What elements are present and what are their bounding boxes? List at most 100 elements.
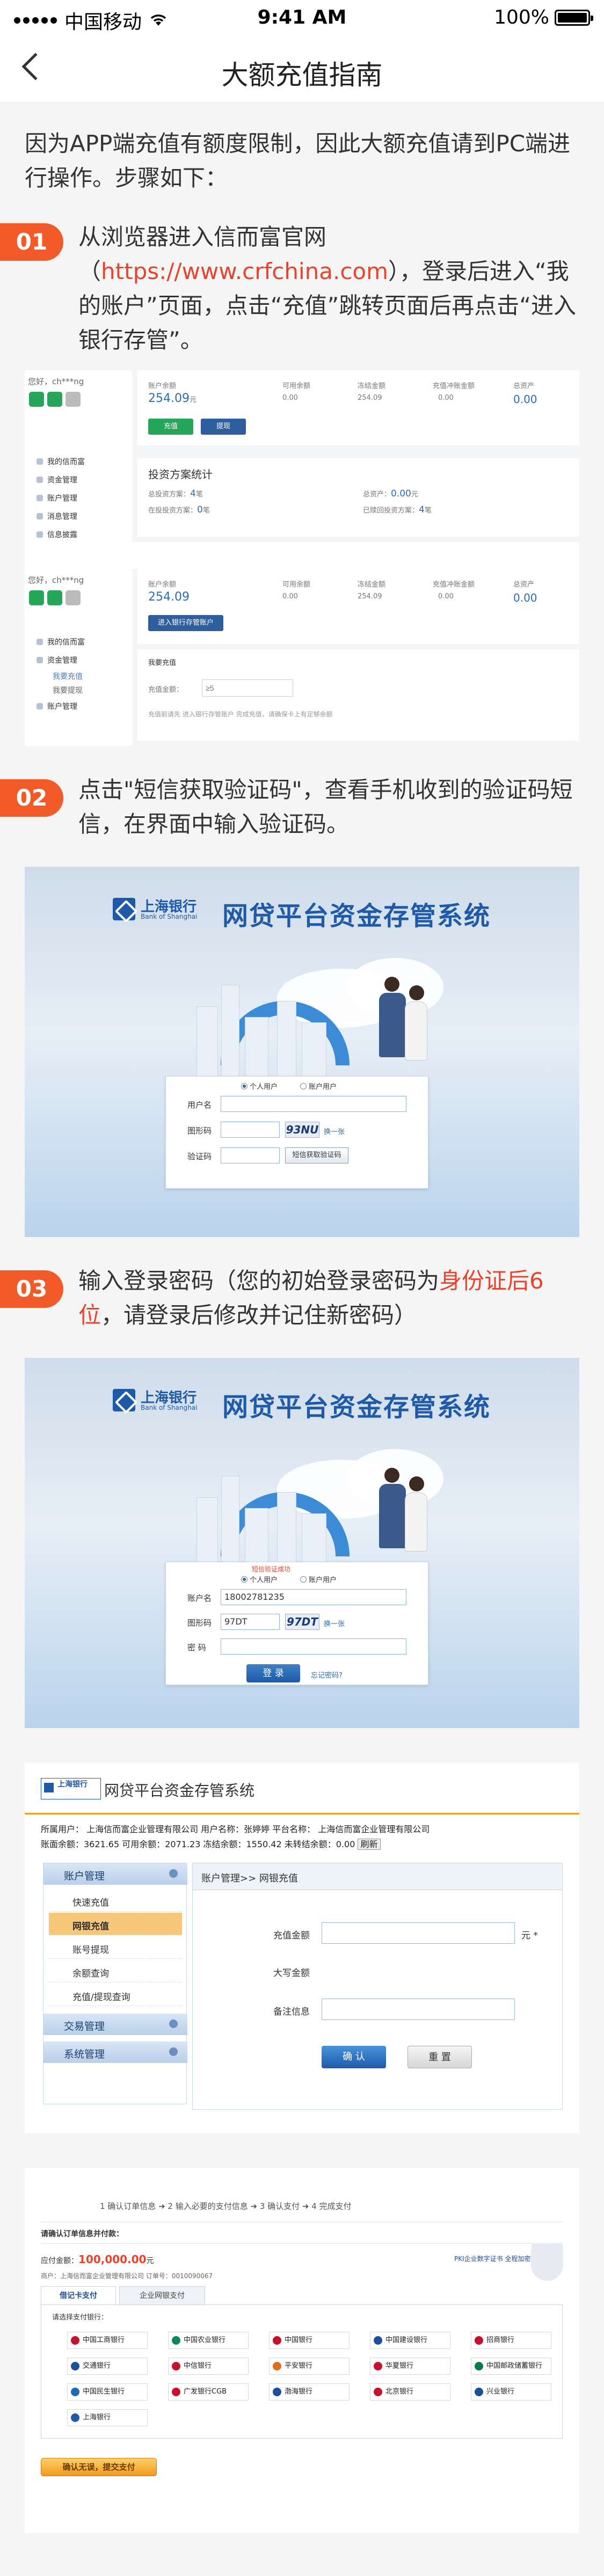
bank-option[interactable]: 上海银行 [67, 2409, 148, 2426]
bank-option[interactable]: 中国建设银行 [370, 2332, 450, 2349]
password-label: 密 码 [187, 1643, 206, 1652]
menu-recharge-query[interactable]: 充值/提现查询 [49, 1984, 182, 2006]
bank-name: 渤海银行 [285, 2388, 313, 2396]
enter-bank-button[interactable]: 进入银行存管账户 [148, 615, 223, 631]
recharge-button[interactable]: 充值 [148, 419, 193, 435]
refresh-captcha-link[interactable]: 换一张 [324, 1126, 345, 1136]
menu-balance-query[interactable]: 余额查询 [49, 1960, 182, 1982]
bank-option[interactable]: 北京银行 [370, 2383, 450, 2401]
bank-name: 中国邮政储蓄银行 [486, 2362, 543, 2370]
bank-option[interactable]: 招商银行 [471, 2332, 551, 2349]
bank-name: 上海银行 [83, 2413, 111, 2421]
recharge-label: 充值金额： [148, 686, 184, 694]
frozen-value: 254.09 [358, 592, 382, 601]
captcha-input[interactable]: 97DT [221, 1614, 280, 1630]
bank-option[interactable]: 中信银行 [168, 2358, 249, 2375]
cert-info: PKI企业数字证书 全程加密 [454, 2255, 531, 2263]
sms-code-button[interactable]: 短信获取验证码 [285, 1147, 348, 1163]
website-link[interactable]: https://www.crfchina.com [101, 258, 388, 284]
bank-option[interactable]: 华夏银行 [370, 2358, 450, 2375]
amount-input[interactable] [322, 1922, 515, 1944]
radio-personal[interactable]: 个人用户 [241, 1081, 278, 1091]
radio-label: 个人用户 [250, 1083, 278, 1091]
menu-message[interactable]: 消息管理 [37, 511, 77, 522]
step-text-pre: 输入登录密码（您的初始登录密码为 [78, 1268, 440, 1294]
submit-payment-button[interactable]: 确认无误，提交支付 [41, 2458, 157, 2476]
group-trade[interactable]: 交易管理 [43, 2014, 187, 2035]
menu-my[interactable]: 我的信而富 [37, 636, 85, 647]
username-label: 用户名 [187, 1100, 212, 1110]
refresh-button[interactable]: 刷新 [358, 1839, 381, 1850]
amount-unit: 元 [146, 2257, 154, 2265]
account-screenshot: 您好，ch***ng 账户余额 254.09元 充值 提现 可用余额 0.00 … [25, 370, 579, 746]
recharge-main: 账户管理>> 网银充值 充值金额 元 * 大写金额 备注信息 确 认 重 置 [192, 1863, 563, 2110]
status-bar: 中国移动 9:41 AM 100% [0, 0, 604, 35]
bank-logo-icon [475, 2362, 483, 2370]
bank-option[interactable]: 兴业银行 [471, 2383, 551, 2401]
stats-panel: 投资方案统计 总投资方案：4笔 总资产：0.00元 在投投资方案：0笔 已赎回投… [137, 458, 579, 537]
bank-logo-icon [374, 2362, 382, 2370]
username-input[interactable] [221, 1096, 406, 1112]
menu-account[interactable]: 账户管理 [37, 493, 77, 503]
phone-icon [29, 590, 44, 605]
bank-option[interactable]: 中国民生银行 [67, 2383, 148, 2401]
recharge-input[interactable] [202, 679, 293, 697]
withdraw-button[interactable]: 提现 [201, 419, 246, 435]
bank-logo-icon [273, 2388, 281, 2396]
bank-logo-icon [113, 1389, 135, 1411]
bank-option[interactable]: 中国农业银行 [168, 2332, 249, 2349]
menu-quick-recharge[interactable]: 快速充值 [49, 1889, 182, 1912]
group-system[interactable]: 系统管理 [43, 2041, 187, 2063]
divider [41, 2243, 563, 2244]
login-button[interactable]: 登 录 [246, 1664, 300, 1682]
bank-name-en: Bank of Shanghai [141, 1404, 198, 1411]
refresh-captcha-link[interactable]: 换一张 [324, 1618, 345, 1628]
menu-funds[interactable]: 资金管理 [37, 655, 77, 665]
bank-logo: 上海银行 [41, 1778, 101, 1799]
menu-account[interactable]: 账户管理 [37, 701, 77, 712]
group-account[interactable]: 账户管理 [43, 1863, 187, 1885]
menu-disclosure[interactable]: 信息披露 [37, 529, 77, 540]
frozen-value: 254.09 [358, 394, 382, 402]
bank-option[interactable]: 交通银行 [67, 2358, 148, 2375]
bank-logo-icon [374, 2336, 382, 2345]
menu-withdraw[interactable]: 我要提现 [53, 685, 83, 696]
bank-option[interactable]: 平安银行 [269, 2358, 350, 2375]
bank-name: 中信银行 [184, 2362, 212, 2370]
menu-my[interactable]: 我的信而富 [37, 456, 85, 467]
bank-option[interactable]: 中国银行 [269, 2332, 350, 2349]
radio-label: 账户用户 [309, 1576, 337, 1584]
tab-debit-card[interactable]: 借记卡支付 [41, 2286, 116, 2304]
recharge-tip: 充值前请先 进入银行存管账户 完成充值，请确保卡上有足够余额 [148, 711, 333, 718]
tab-corporate-bank[interactable]: 企业网银支付 [119, 2286, 205, 2304]
bank-option[interactable]: 中国邮政储蓄银行 [471, 2358, 551, 2375]
sms-input[interactable] [221, 1147, 280, 1163]
confirm-button[interactable]: 确 认 [322, 2046, 386, 2068]
account-label: 账户名 [187, 1593, 212, 1603]
step-text: 输入登录密码（您的初始登录密码为身份证后6位，请登录后修改并记住新密码） [78, 1264, 583, 1333]
menu-funds[interactable]: 资金管理 [37, 474, 77, 485]
label-total: 总资产 [513, 581, 535, 589]
radio-personal[interactable]: 个人用户 [241, 1574, 278, 1584]
menu-recharge[interactable]: 我要充值 [53, 671, 83, 682]
account-input[interactable]: 18002781235 [221, 1589, 406, 1605]
radio-company[interactable]: 账户用户 [300, 1081, 337, 1091]
note-input[interactable] [322, 1999, 515, 2020]
step-badge: 03 [0, 1270, 63, 1308]
account-page-1: 您好，ch***ng 账户余额 254.09元 充值 提现 可用余额 0.00 … [25, 370, 579, 456]
reset-button[interactable]: 重 置 [407, 2046, 472, 2068]
bank-option[interactable]: 渤海银行 [269, 2383, 350, 2401]
battery-icon [555, 9, 593, 26]
radio-company[interactable]: 账户用户 [300, 1574, 337, 1584]
stat-unit: 元 [411, 491, 418, 499]
recharge-sidebar: 账户管理 快速充值 网银充值 账号提现 余额查询 充值/提现查询 交易管理 系统… [43, 1863, 187, 2104]
bank-option[interactable]: 广发银行CGB [168, 2383, 249, 2401]
captcha-input[interactable] [221, 1122, 280, 1138]
menu-withdraw[interactable]: 账号提现 [49, 1936, 182, 1959]
password-input[interactable] [221, 1638, 406, 1655]
menu-online-recharge[interactable]: 网银充值 [49, 1913, 182, 1935]
bank-option[interactable]: 中国工商银行 [67, 2332, 148, 2349]
bank-name: 中国民生银行 [83, 2388, 125, 2396]
bank-logo-icon [273, 2336, 281, 2345]
forgot-password-link[interactable]: 忘记密码? [311, 1670, 343, 1680]
